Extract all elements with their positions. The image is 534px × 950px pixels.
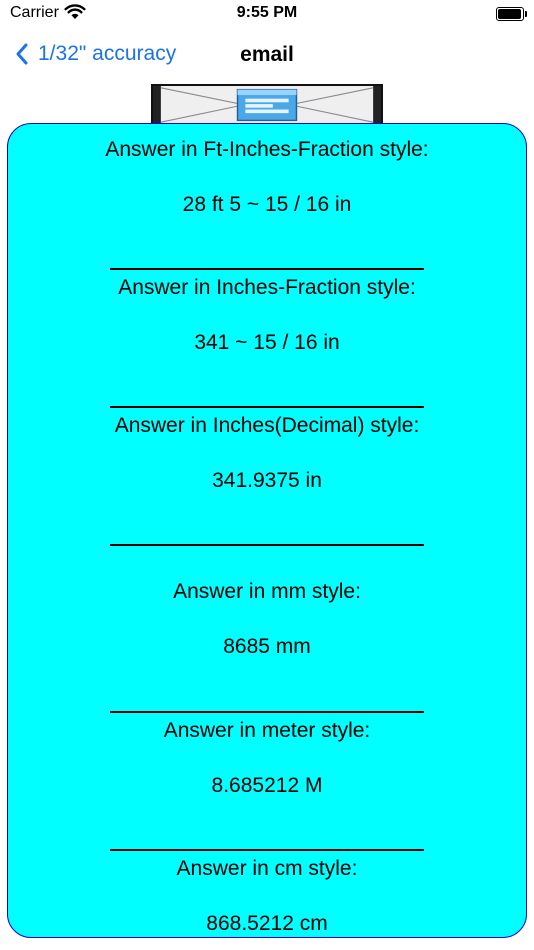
cm-label: Answer in cm style: bbox=[176, 857, 358, 880]
divider bbox=[110, 849, 424, 851]
mm-label: Answer in mm style: bbox=[173, 580, 361, 603]
chevron-left-icon bbox=[16, 43, 28, 65]
in-decimal-label: Answer in Inches(Decimal) style: bbox=[114, 414, 420, 437]
page-title: email bbox=[240, 43, 294, 66]
in-frac-label: Answer in Inches-Fraction style: bbox=[118, 276, 416, 299]
ft-in-frac-label: Answer in Ft-Inches-Fraction style: bbox=[105, 138, 429, 161]
clock-time: 9:55 PM bbox=[236, 4, 298, 21]
email-button[interactable] bbox=[151, 84, 383, 126]
divider bbox=[110, 406, 424, 408]
result-card: Answer in Ft-Inches-Fraction style: 28 f… bbox=[7, 123, 527, 938]
envelope-e-icon bbox=[153, 86, 381, 124]
navigation-bar: 1/32" accuracy email bbox=[0, 30, 534, 80]
battery-icon bbox=[496, 7, 527, 21]
divider bbox=[110, 711, 424, 713]
meter-value: 8.685212 M bbox=[211, 774, 323, 797]
divider bbox=[110, 268, 424, 270]
in-frac-value: 341 ~ 15 / 16 in bbox=[194, 331, 340, 354]
ft-in-frac-value: 28 ft 5 ~ 15 / 16 in bbox=[182, 193, 352, 216]
in-decimal-value: 341.9375 in bbox=[212, 469, 322, 492]
back-button[interactable]: 1/32" accuracy bbox=[14, 38, 176, 70]
back-button-label: 1/32" accuracy bbox=[38, 42, 177, 65]
cm-value: 868.5212 cm bbox=[206, 912, 328, 935]
divider bbox=[110, 544, 424, 546]
meter-label: Answer in meter style: bbox=[163, 719, 371, 742]
status-bar: Carrier 9:55 PM bbox=[0, 0, 534, 30]
mm-value: 8685 mm bbox=[223, 635, 311, 658]
